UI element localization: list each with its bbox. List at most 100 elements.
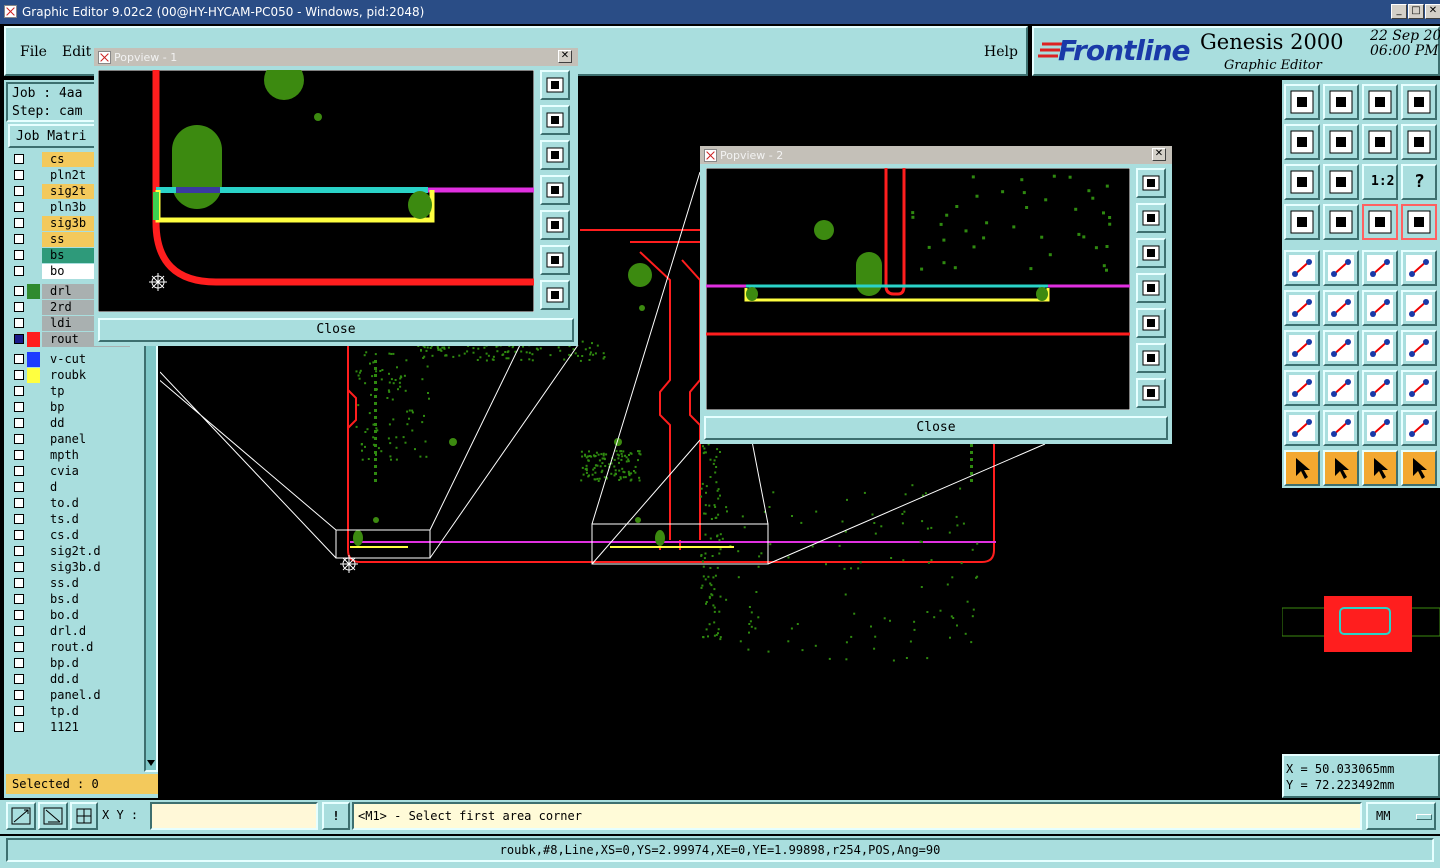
slot-b-button[interactable] [1323, 410, 1359, 446]
line-draw-button[interactable] [1323, 330, 1359, 366]
move-node-button[interactable] [1401, 290, 1437, 326]
layer-row-drl-d[interactable]: drl.d [10, 624, 130, 639]
measure-point-button[interactable] [1284, 370, 1320, 406]
page-left-button[interactable] [1136, 273, 1166, 303]
layer-checkbox[interactable] [14, 626, 24, 636]
arc-draw-button[interactable] [1362, 330, 1398, 366]
layer-row-sig2t-d[interactable]: sig2t.d [10, 544, 130, 559]
pointer-area-button[interactable] [1323, 450, 1359, 486]
layer-checkbox[interactable] [14, 690, 24, 700]
popview-1-close-x[interactable]: ✕ [558, 50, 572, 63]
layer-checkbox[interactable] [14, 266, 24, 276]
layer-checkbox[interactable] [14, 234, 24, 244]
zoom-in-button[interactable] [1136, 343, 1166, 373]
slot-d-button[interactable] [1401, 410, 1437, 446]
popview-1-canvas[interactable] [98, 70, 534, 312]
popview-2-canvas[interactable] [706, 168, 1130, 410]
units-select[interactable]: MM [1366, 802, 1436, 830]
menu-edit[interactable]: Edit [62, 44, 91, 60]
measure-button[interactable] [38, 802, 68, 830]
layer-row-panel[interactable]: panel [10, 432, 130, 447]
pointer-select-button[interactable] [1284, 450, 1320, 486]
segment-button[interactable] [1323, 370, 1359, 406]
zoom-area-button[interactable] [6, 802, 36, 830]
layer-checkbox[interactable] [14, 154, 24, 164]
pointer-edit-button[interactable] [1362, 450, 1398, 486]
layer-row-cs-d[interactable]: cs.d [10, 528, 130, 543]
layer-row-bo-d[interactable]: bo.d [10, 608, 130, 623]
popview-2-close-x[interactable]: ✕ [1152, 148, 1166, 161]
layer-checkbox[interactable] [14, 286, 24, 296]
layer-checkbox[interactable] [14, 370, 24, 380]
help-button[interactable]: ? [1401, 164, 1437, 200]
menu-file[interactable]: File [20, 44, 47, 60]
layer-row-roubk[interactable]: roubk [10, 368, 130, 383]
layer-row-cvia[interactable]: cvia [10, 464, 130, 479]
window-title-bar[interactable]: Graphic Editor 9.02c2 (00@HY-HYCAM-PC050… [0, 0, 1440, 24]
pencil-button[interactable] [1284, 204, 1320, 240]
layer-checkbox[interactable] [14, 722, 24, 732]
xy-input[interactable] [150, 802, 318, 830]
popview-1-window[interactable]: Popview - 1 ✕ Close [94, 48, 578, 346]
layer-checkbox[interactable] [14, 170, 24, 180]
mirror-button[interactable] [1401, 330, 1437, 366]
layer-row-sig3b-d[interactable]: sig3b.d [10, 560, 130, 575]
menu-help[interactable]: Help [984, 44, 1018, 60]
layer-row-d[interactable]: d [10, 480, 130, 495]
layer-checkbox[interactable] [14, 418, 24, 428]
layer-row-dd-d[interactable]: dd.d [10, 672, 130, 687]
layer-checkbox[interactable] [14, 250, 24, 260]
layer-checkbox[interactable] [14, 386, 24, 396]
delete-node-button[interactable] [1323, 290, 1359, 326]
layer-checkbox[interactable] [14, 674, 24, 684]
overview-map[interactable] [1281, 490, 1440, 752]
line-angle-button[interactable] [1284, 330, 1320, 366]
layer-checkbox[interactable] [14, 706, 24, 716]
fullscreen-button[interactable] [1401, 84, 1437, 120]
layer-row-ss-d[interactable]: ss.d [10, 576, 130, 591]
page-down-button[interactable] [1136, 238, 1166, 268]
ruler-button[interactable] [1362, 250, 1398, 286]
layer-checkbox[interactable] [14, 186, 24, 196]
page-up-button[interactable] [1136, 203, 1166, 233]
zoom-ratio-button[interactable]: 1:2 [1362, 164, 1398, 200]
layer-checkbox[interactable] [14, 334, 24, 344]
layer-row-panel-d[interactable]: panel.d [10, 688, 130, 703]
undo-view-button[interactable] [1362, 124, 1398, 160]
layer-row-to-d[interactable]: to.d [10, 496, 130, 511]
snap-button[interactable] [1323, 204, 1359, 240]
popview-1-title-bar[interactable]: Popview - 1 ✕ [94, 48, 578, 66]
layer-checkbox[interactable] [14, 318, 24, 328]
layer-row-bp-d[interactable]: bp.d [10, 656, 130, 671]
home-button[interactable] [1362, 84, 1398, 120]
zoom-fit-button[interactable] [1136, 168, 1166, 198]
shape-edit-button[interactable] [1401, 370, 1437, 406]
layer-checkbox[interactable] [14, 562, 24, 572]
layer-row-1121[interactable]: 1121 [10, 720, 130, 735]
close-window-button[interactable]: ✕ [1425, 4, 1440, 19]
page-right-button[interactable] [1136, 308, 1166, 338]
layer-checkbox[interactable] [14, 218, 24, 228]
layer-checkbox[interactable] [14, 610, 24, 620]
page-down-button[interactable] [540, 140, 570, 170]
page-right-button[interactable] [540, 210, 570, 240]
layer-row-ts-d[interactable]: ts.d [10, 512, 130, 527]
slot-a-button[interactable] [1284, 410, 1320, 446]
layer-checkbox[interactable] [14, 578, 24, 588]
layer-checkbox[interactable] [14, 498, 24, 508]
minimize-button[interactable]: _ [1391, 4, 1407, 19]
popview-2-window[interactable]: Popview - 2 ✕ Close [700, 146, 1172, 444]
zoom-out-button[interactable] [1136, 378, 1166, 408]
layer-color-a-button[interactable] [1362, 204, 1398, 240]
layer-checkbox[interactable] [14, 466, 24, 476]
add-node-button[interactable] [1362, 290, 1398, 326]
page-up-button[interactable] [540, 105, 570, 135]
layer-row-rout-d[interactable]: rout.d [10, 640, 130, 655]
layer-checkbox[interactable] [14, 482, 24, 492]
select-pad-button[interactable] [1284, 250, 1320, 286]
move-right-button[interactable] [1323, 124, 1359, 160]
connect-nodes-button[interactable] [1284, 290, 1320, 326]
zoom-fit-button[interactable] [1323, 164, 1359, 200]
layer-row-v-cut[interactable]: v-cut [10, 352, 130, 367]
layer-checkbox[interactable] [14, 402, 24, 412]
